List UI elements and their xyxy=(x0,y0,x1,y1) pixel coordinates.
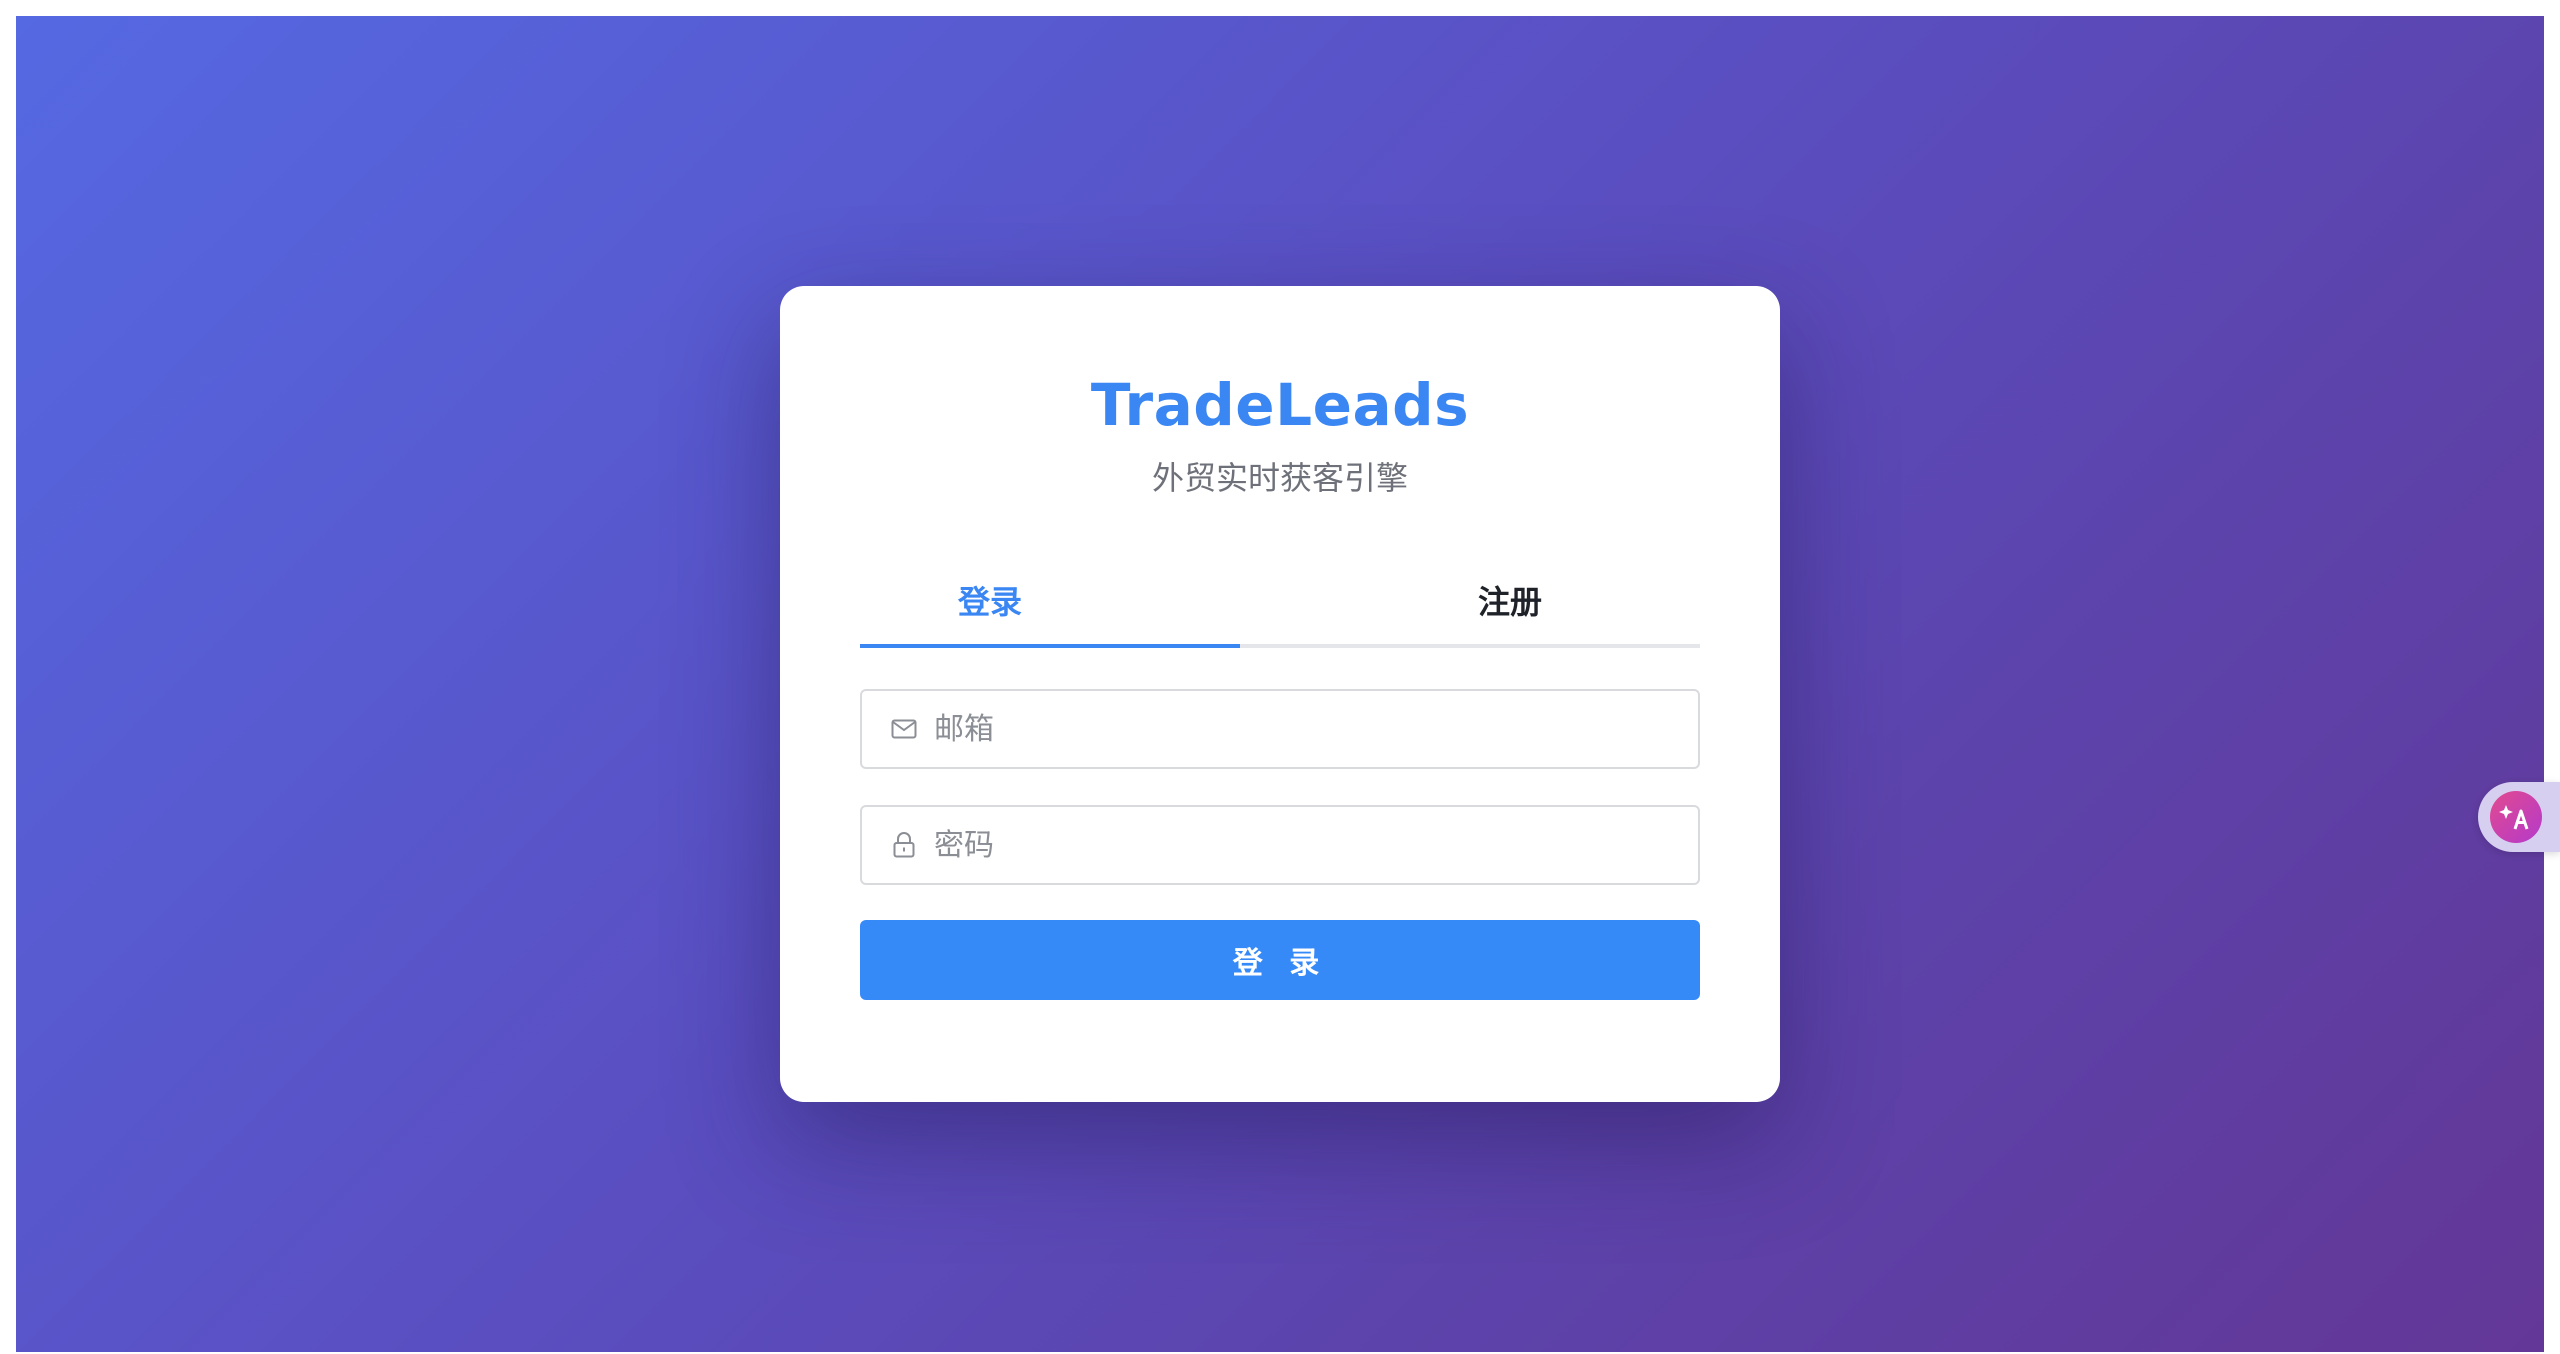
email-field[interactable] xyxy=(860,689,1700,769)
login-card: TradeLeads 外贸实时获客引擎 登录 注册 邮箱 登 录 xyxy=(780,286,1780,1102)
password-field[interactable] xyxy=(860,805,1700,885)
active-tab-indicator xyxy=(860,644,1240,648)
login-button[interactable]: 登 录 xyxy=(860,920,1700,1000)
email-input[interactable] xyxy=(934,699,1634,759)
brand-title: TradeLeads xyxy=(1090,371,1470,439)
mail-icon xyxy=(890,715,918,743)
page-background: TradeLeads 外贸实时获客引擎 登录 注册 邮箱 登 录 xyxy=(16,16,2544,1352)
lock-icon xyxy=(890,831,918,859)
brand-slogan: 外贸实时获客引擎 xyxy=(1151,459,1408,497)
password-input[interactable] xyxy=(934,815,1634,875)
tab-login[interactable]: 登录 xyxy=(860,586,1240,644)
translate-icon xyxy=(2490,791,2542,843)
tab-register[interactable]: 注册 xyxy=(1240,586,1700,644)
translate-widget[interactable] xyxy=(2478,782,2560,852)
auth-tabs: 登录 注册 xyxy=(860,586,1700,648)
